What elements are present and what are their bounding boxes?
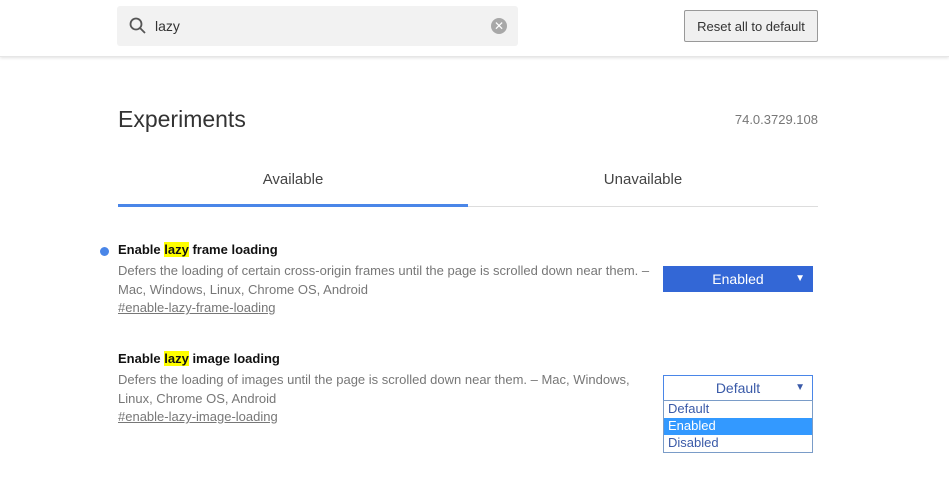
header: lazy ✕ Reset all to default [0,0,949,57]
experiment-link[interactable]: #enable-lazy-image-loading [118,409,658,424]
experiment-lazy-image: Enable lazy image loading Defers the loa… [118,351,658,424]
search-highlight: lazy [164,351,189,366]
tab-bar: Available Unavailable [118,160,818,207]
search-input[interactable]: lazy ✕ [117,6,518,46]
page-title: Experiments [118,106,246,132]
experiment-title: Enable lazy frame loading [118,242,658,257]
option-default[interactable]: Default [664,401,812,418]
dropdown-arrow-icon: ▼ [795,273,805,284]
experiment-select-lazy-frame[interactable]: Enabled ▼ [663,266,813,292]
experiment-select-lazy-image[interactable]: Default ▼ [663,375,813,401]
experiment-lazy-frame: Enable lazy frame loading Defers the loa… [100,242,658,315]
experiment-description: Defers the loading of images until the p… [118,372,630,406]
tab-available[interactable]: Available [118,160,468,207]
reset-all-button[interactable]: Reset all to default [684,10,818,42]
search-icon [129,17,146,34]
title-text: frame loading [188,242,278,257]
option-disabled[interactable]: Disabled [664,435,812,452]
option-enabled[interactable]: Enabled [664,418,812,435]
modified-indicator-icon [100,247,109,256]
search-highlight: lazy [164,242,189,257]
experiment-title: Enable lazy image loading [118,351,658,366]
title-text: Enable [118,351,165,366]
search-value: lazy [155,18,180,34]
tab-unavailable[interactable]: Unavailable [468,160,818,204]
title-text: image loading [188,351,280,366]
select-value: Default [715,380,761,396]
dropdown-options: Default Enabled Disabled [663,400,813,453]
experiment-description: Defers the loading of certain cross-orig… [118,263,650,297]
experiment-link[interactable]: #enable-lazy-frame-loading [118,300,658,315]
select-value: Enabled [712,271,764,287]
version-label: 74.0.3729.108 [734,112,818,127]
title-text: Enable [118,242,165,257]
dropdown-arrow-icon: ▼ [795,382,805,393]
clear-search-icon[interactable]: ✕ [491,18,507,34]
